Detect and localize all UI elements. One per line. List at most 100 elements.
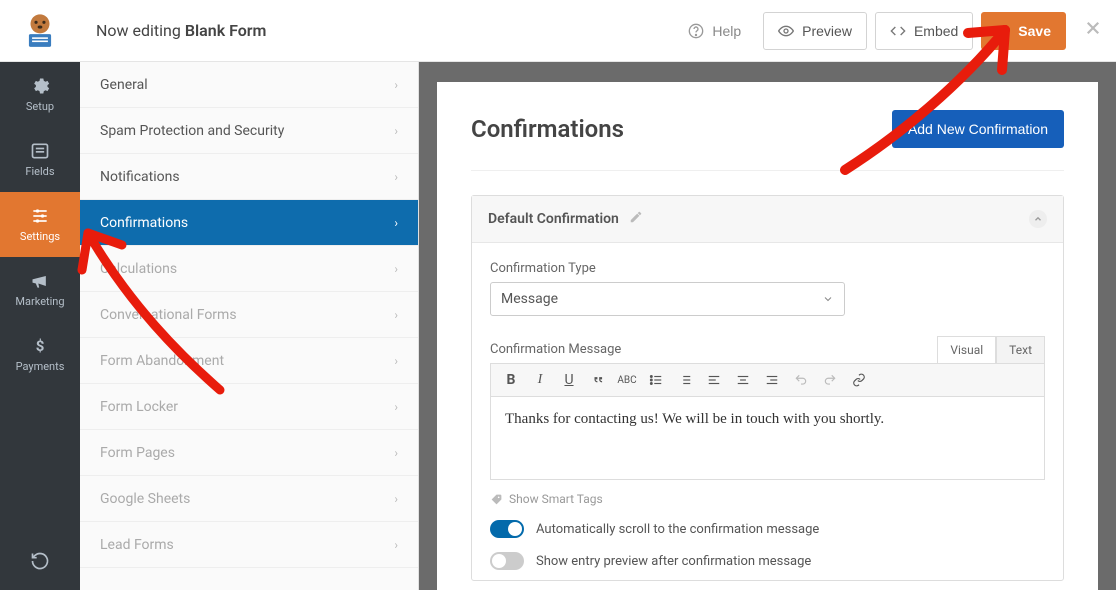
toolbar-align-left[interactable]	[706, 372, 722, 388]
main-area: Confirmations Add New Confirmation Defau…	[419, 62, 1116, 590]
confirmation-header[interactable]: Default Confirmation	[472, 196, 1063, 243]
help-label: Help	[712, 23, 741, 39]
toolbar-bold[interactable]: B	[503, 372, 519, 388]
toggle-autoscroll-row: Automatically scroll to the confirmation…	[490, 520, 1045, 538]
sidebar-item-form-abandonment[interactable]: Form Abandonment›	[80, 338, 418, 384]
nav-settings-label: Settings	[20, 230, 60, 243]
toolbar-italic[interactable]: I	[532, 372, 548, 388]
preview-button[interactable]: Preview	[763, 12, 867, 50]
close-button[interactable]	[1084, 18, 1102, 43]
message-editor: B I U ABC	[490, 363, 1045, 480]
editor-textarea[interactable]: Thanks for contacting us! We will be in …	[491, 397, 1044, 479]
tab-text[interactable]: Text	[996, 336, 1045, 363]
collapse-button[interactable]	[1029, 210, 1047, 228]
wpforms-logo-icon	[21, 12, 59, 50]
chevron-down-icon	[822, 293, 834, 305]
page-title: Confirmations	[471, 115, 624, 143]
confirmation-panel: Default Confirmation Confirmation Type M…	[471, 195, 1064, 581]
toolbar-link[interactable]	[851, 372, 867, 388]
sidebar-item-form-locker[interactable]: Form Locker ›	[80, 384, 418, 430]
sidebar-item-general[interactable]: General›	[80, 62, 418, 108]
sidebar-item-spam-protection-and-security[interactable]: Spam Protection and Security›	[80, 108, 418, 154]
toolbar-numbered-list[interactable]	[677, 372, 693, 388]
toolbar-redo[interactable]	[822, 372, 838, 388]
align-right-icon	[765, 373, 779, 387]
chevron-right-icon: ›	[394, 308, 398, 322]
edit-name-button[interactable]	[629, 210, 643, 228]
toolbar-bullet-list[interactable]	[648, 372, 664, 388]
list-ul-icon	[649, 373, 663, 387]
history-icon	[30, 551, 50, 571]
chevron-right-icon: ›	[394, 170, 398, 184]
sliders-icon	[30, 206, 50, 226]
left-nav: Setup Fields Settings Marketing $ Paymen…	[0, 62, 80, 590]
list-ol-icon	[678, 373, 692, 387]
confirmation-type-select[interactable]: Message	[490, 282, 845, 316]
nav-payments[interactable]: $ Payments	[0, 322, 80, 387]
nav-setup-label: Setup	[26, 100, 54, 113]
toolbar-align-center[interactable]	[735, 372, 751, 388]
sidebar-item-label: Google Sheets	[100, 491, 190, 507]
show-smart-tags-button[interactable]: Show Smart Tags	[490, 492, 1045, 506]
nav-history[interactable]	[0, 532, 80, 590]
close-icon	[1084, 19, 1102, 37]
sidebar-item-label: Notifications	[100, 169, 180, 185]
toolbar-strikethrough[interactable]: ABC	[619, 372, 635, 388]
sidebar-item-confirmations[interactable]: Confirmations›	[80, 200, 418, 246]
chevron-right-icon: ›	[394, 124, 398, 138]
tag-icon	[490, 493, 503, 506]
editing-prefix: Now editing	[96, 21, 185, 40]
toolbar-blockquote[interactable]	[590, 372, 606, 388]
nav-fields[interactable]: Fields	[0, 127, 80, 192]
confirmation-type-label: Confirmation Type	[490, 261, 1045, 276]
nav-fields-label: Fields	[25, 165, 54, 178]
confirmation-name: Default Confirmation	[488, 211, 619, 227]
tab-visual[interactable]: Visual	[937, 336, 996, 363]
sidebar-item-calculations[interactable]: Calculations ›	[80, 246, 418, 292]
toolbar-align-right[interactable]	[764, 372, 780, 388]
chevron-right-icon: ›	[394, 492, 398, 506]
pencil-icon	[629, 210, 643, 224]
editor-tabs: Visual Text	[937, 336, 1045, 363]
chevron-up-icon	[1033, 214, 1043, 224]
sidebar-item-label: Confirmations	[100, 215, 188, 231]
sidebar-item-label: Form Locker	[100, 399, 178, 415]
gear-icon	[30, 76, 50, 96]
toggle-autoscroll[interactable]	[490, 520, 524, 538]
form-name: Blank Form	[185, 21, 267, 40]
sidebar-item-label: Lead Forms	[100, 537, 174, 553]
confirmation-message-label: Confirmation Message	[490, 342, 621, 357]
sidebar-item-lead-forms[interactable]: Lead Forms ›	[80, 522, 418, 568]
dollar-icon: $	[30, 336, 50, 356]
editor-toolbar: B I U ABC	[491, 364, 1044, 397]
sidebar-item-notifications[interactable]: Notifications ›	[80, 154, 418, 200]
sidebar-item-form-pages[interactable]: Form Pages ›	[80, 430, 418, 476]
nav-setup[interactable]: Setup	[0, 62, 80, 127]
nav-payments-label: Payments	[16, 360, 65, 373]
settings-sidebar: General›Spam Protection and Security›Not…	[80, 62, 419, 590]
nav-settings[interactable]: Settings	[0, 192, 80, 257]
undo-icon	[794, 373, 808, 387]
embed-button[interactable]: Embed	[875, 12, 973, 50]
help-button[interactable]: Help	[674, 12, 755, 50]
toolbar-underline[interactable]: U	[561, 372, 577, 388]
sidebar-item-google-sheets[interactable]: Google Sheets ›	[80, 476, 418, 522]
sidebar-item-label: Form Pages	[100, 445, 175, 461]
smart-tags-label: Show Smart Tags	[509, 492, 603, 506]
toolbar-undo[interactable]	[793, 372, 809, 388]
toggle-entry-preview[interactable]	[490, 552, 524, 570]
nav-marketing[interactable]: Marketing	[0, 257, 80, 322]
sidebar-item-label: Calculations	[100, 261, 177, 277]
chevron-right-icon: ›	[394, 262, 398, 276]
sidebar-item-conversational-forms[interactable]: Conversational Forms›	[80, 292, 418, 338]
add-new-confirmation-button[interactable]: Add New Confirmation	[892, 110, 1064, 148]
svg-text:$: $	[36, 337, 45, 355]
toggle-autoscroll-label: Automatically scroll to the confirmation…	[536, 522, 819, 537]
chevron-right-icon: ›	[394, 446, 398, 460]
toggle-entry-preview-row: Show entry preview after confirmation me…	[490, 552, 1045, 570]
quote-icon	[591, 373, 605, 387]
chevron-right-icon: ›	[394, 400, 398, 414]
chevron-right-icon: ›	[394, 538, 398, 552]
editing-title: Now editing Blank Form	[80, 21, 266, 40]
save-button[interactable]: Save	[981, 12, 1066, 50]
